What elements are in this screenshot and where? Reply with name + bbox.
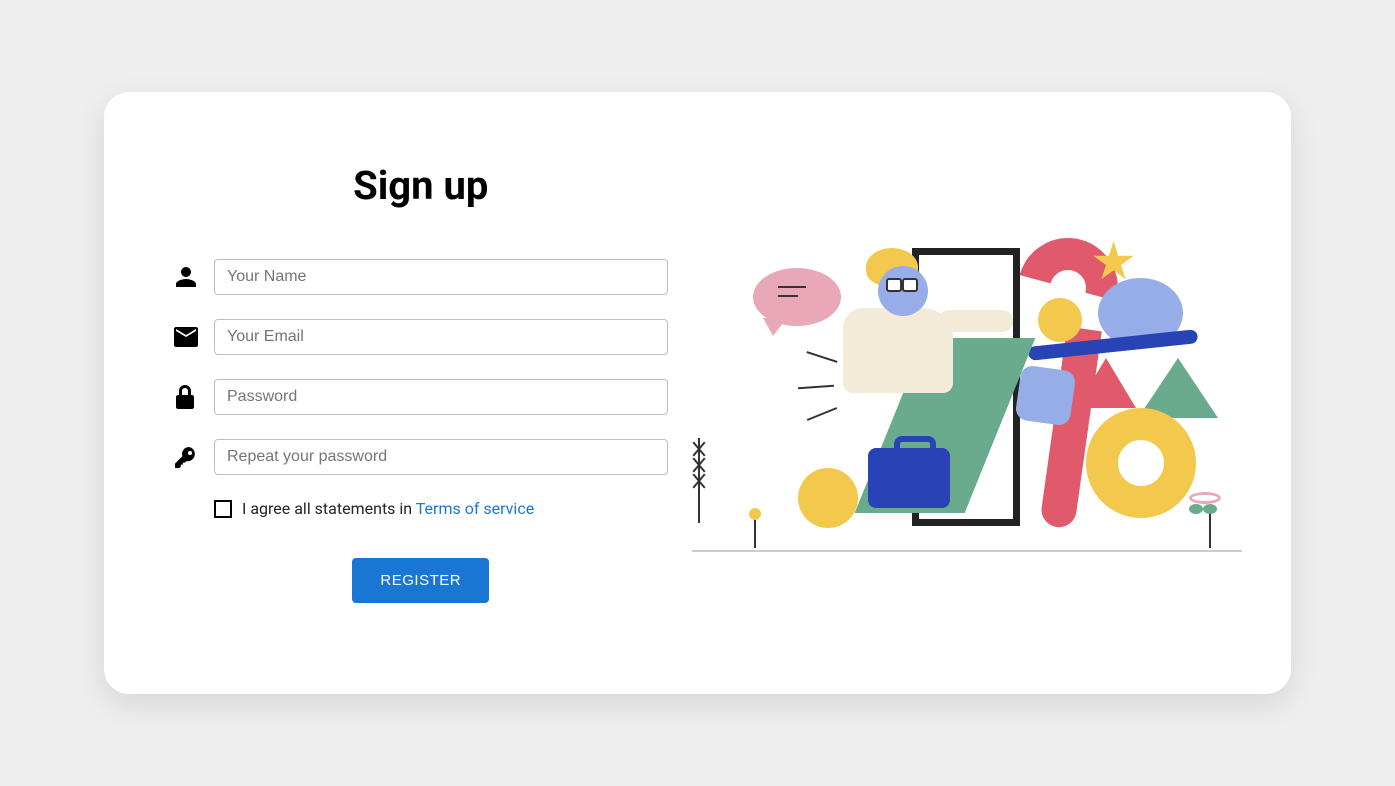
terms-of-service-link[interactable]: Terms of service <box>416 499 534 518</box>
page-title: Sign up <box>174 162 668 209</box>
agree-row: I agree all statements in Terms of servi… <box>174 499 668 518</box>
email-row <box>174 319 668 355</box>
signup-card: Sign up <box>104 92 1291 694</box>
password-input[interactable] <box>214 379 668 415</box>
lock-icon <box>174 385 214 409</box>
agree-prefix: I agree all statements in <box>242 499 416 518</box>
envelope-icon <box>174 327 214 347</box>
name-row <box>174 259 668 295</box>
illustration-section <box>698 152 1222 634</box>
agree-checkbox[interactable] <box>214 500 232 518</box>
key-icon <box>174 445 214 469</box>
password-row <box>174 379 668 415</box>
repeat-password-row <box>174 439 668 475</box>
user-icon <box>174 265 214 289</box>
repeat-password-input[interactable] <box>214 439 668 475</box>
form-section: Sign up <box>174 152 698 634</box>
agree-label: I agree all statements in Terms of servi… <box>242 499 534 518</box>
register-button[interactable]: Register <box>352 558 489 603</box>
signup-illustration <box>698 238 1222 548</box>
name-input[interactable] <box>214 259 668 295</box>
email-input[interactable] <box>214 319 668 355</box>
